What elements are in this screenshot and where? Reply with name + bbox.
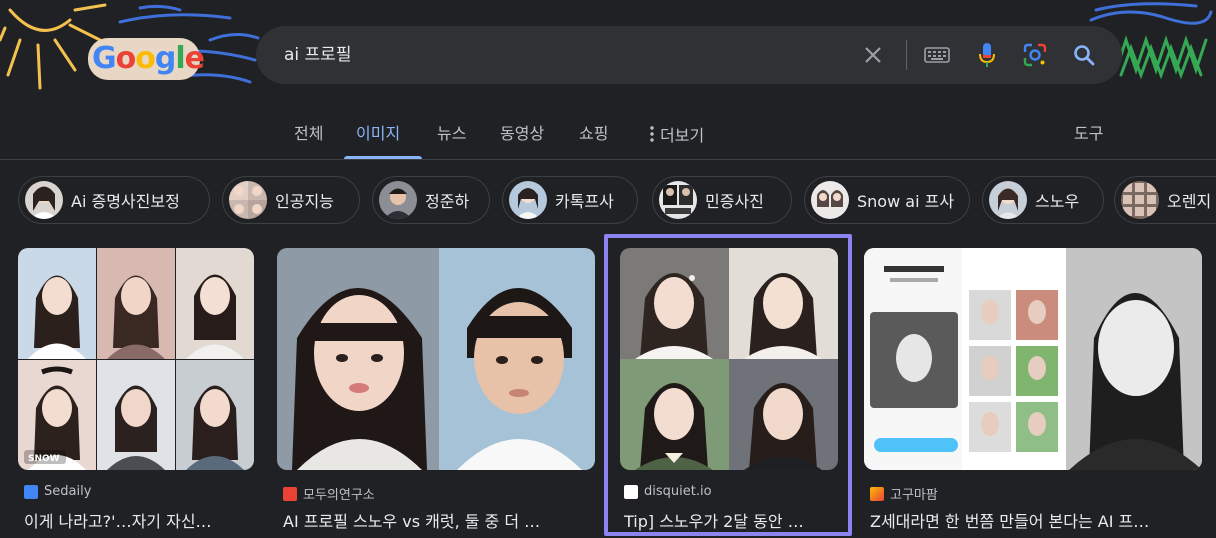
tab-videos[interactable]: 동영상 xyxy=(500,122,544,146)
chip-thumbnail xyxy=(509,181,547,219)
more-vert-icon xyxy=(650,126,654,142)
chip-ai-id-photo[interactable]: Ai 증명사진보정 xyxy=(18,176,210,224)
chip-thumbnail xyxy=(379,181,417,219)
search-tabs: 전체 이미지 뉴스 동영상 쇼핑 더보기 도구 xyxy=(0,112,1216,160)
search-input[interactable]: ai 프로필 xyxy=(284,42,351,68)
result-source[interactable]: 고구마팜 xyxy=(870,484,938,503)
chip-snow-ai-profile[interactable]: Snow ai 프사 xyxy=(804,176,970,224)
chip-ai[interactable]: 인공지능 xyxy=(222,176,360,224)
modulabs-favicon-icon xyxy=(283,486,297,501)
tab-more-label: 더보기 xyxy=(660,126,705,145)
result-thumbnail[interactable] xyxy=(864,248,1202,470)
tab-all[interactable]: 전체 xyxy=(294,122,323,146)
chip-thumbnail xyxy=(811,181,849,219)
tab-shopping[interactable]: 쇼핑 xyxy=(579,122,608,146)
microphone-icon[interactable] xyxy=(970,38,1004,72)
result-source-label: 고구마팜 xyxy=(890,488,938,503)
chip-jung-junha[interactable]: 정준하 xyxy=(372,176,490,224)
selection-highlight xyxy=(604,234,852,536)
result-source[interactable]: 모두의연구소 xyxy=(283,484,375,503)
result-source-label: 모두의연구소 xyxy=(303,488,375,503)
chip-snow[interactable]: 스노우 xyxy=(982,176,1104,224)
logo-text: Google xyxy=(92,41,205,76)
keyboard-icon[interactable] xyxy=(920,38,954,72)
lens-icon[interactable] xyxy=(1018,38,1052,72)
header: Google ai 프로필 xyxy=(0,0,1216,112)
gogumafarm-favicon-icon xyxy=(870,486,884,501)
active-tab-indicator xyxy=(344,156,422,159)
result-source[interactable]: Sedaily xyxy=(24,484,91,499)
search-icon[interactable] xyxy=(1067,38,1101,72)
result-title[interactable]: AI 프로필 스노우 vs 캐럿, 둘 중 더 … xyxy=(283,508,583,532)
google-logo[interactable]: Google xyxy=(88,38,205,80)
chip-thumbnail xyxy=(1121,181,1159,219)
chip-thumbnail xyxy=(25,181,63,219)
result-title[interactable]: Z세대라면 한 번쯤 만들어 본다는 AI 프… xyxy=(870,508,1200,532)
snow-watermark: SNOW xyxy=(28,454,60,464)
tab-more[interactable]: 더보기 xyxy=(638,118,716,150)
related-chips: Ai 증명사진보정 인공지능 정준하 카톡프사 민증사진 Snow ai 프사 xyxy=(0,174,1216,228)
chip-orange[interactable]: 오렌지 xyxy=(1114,176,1216,224)
divider xyxy=(906,40,907,70)
chip-id-photo[interactable]: 민증사진 xyxy=(652,176,792,224)
sedaily-favicon-icon xyxy=(24,484,38,499)
result-thumbnail[interactable]: SNOW xyxy=(18,248,254,470)
chip-thumbnail xyxy=(659,181,697,219)
result-thumbnail[interactable] xyxy=(277,248,595,470)
tab-news[interactable]: 뉴스 xyxy=(437,122,466,146)
chip-kakao-profile[interactable]: 카톡프사 xyxy=(502,176,638,224)
result-source-label: Sedaily xyxy=(44,484,92,499)
search-bar[interactable]: ai 프로필 xyxy=(256,26,1122,84)
result-title[interactable]: 이게 나라고?'…자기 자신… xyxy=(24,508,254,532)
chip-thumbnail xyxy=(989,181,1027,219)
tab-images[interactable]: 이미지 xyxy=(356,122,400,146)
chip-thumbnail xyxy=(229,181,267,219)
clear-icon[interactable] xyxy=(856,38,890,72)
tools-button[interactable]: 도구 xyxy=(1074,122,1103,146)
